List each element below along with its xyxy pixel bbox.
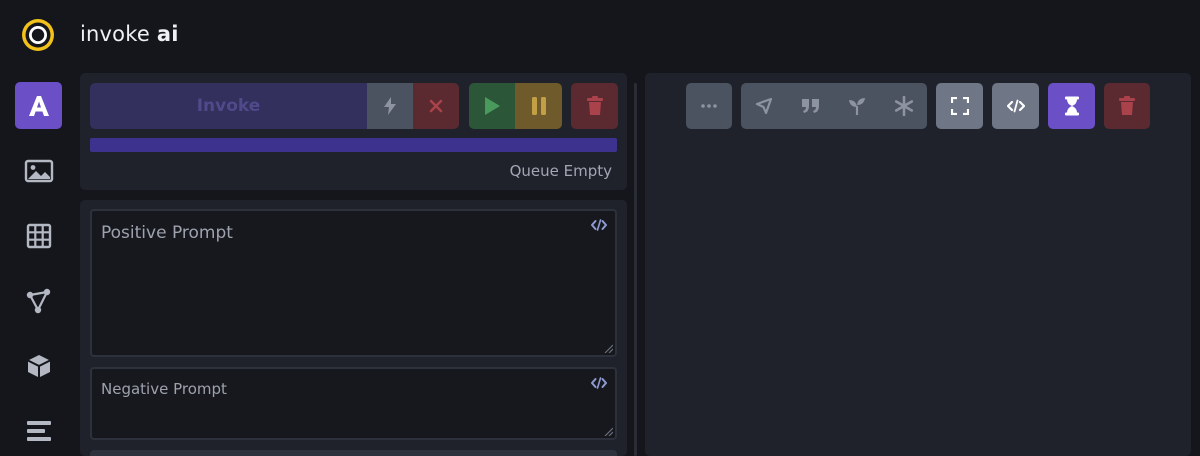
code-icon[interactable] — [591, 377, 607, 389]
text-to-image-icon — [28, 95, 49, 116]
trash-icon — [586, 96, 603, 115]
brand-title: invoke ai — [80, 22, 179, 46]
cube-icon — [27, 354, 50, 377]
resume-button[interactable] — [469, 83, 515, 129]
clear-queue-button[interactable] — [571, 83, 618, 129]
negative-prompt-placeholder: Negative Prompt — [101, 380, 227, 398]
quote-icon — [801, 99, 819, 113]
delete-image-button[interactable] — [1104, 83, 1150, 129]
invoke-button[interactable]: Invoke — [90, 83, 367, 129]
resize-grip-icon[interactable] — [603, 343, 613, 353]
list-icon — [26, 420, 51, 441]
sidebar-item-text-to-image[interactable] — [15, 82, 62, 129]
recall-all-button[interactable] — [881, 83, 928, 129]
positive-prompt-input[interactable]: Positive Prompt — [90, 209, 617, 357]
sprout-icon — [849, 98, 866, 115]
fullscreen-icon — [950, 97, 969, 115]
trash-icon — [1119, 96, 1135, 115]
share-icon — [756, 97, 773, 115]
progress-bar — [90, 138, 617, 152]
negative-prompt-input[interactable]: Negative Prompt — [90, 367, 617, 440]
code-icon[interactable] — [591, 219, 607, 231]
app-window: invoke ai Invoke Queue Empty Positive Pr… — [0, 0, 1200, 456]
sidebar-item-models[interactable] — [15, 342, 62, 389]
pause-icon — [531, 97, 546, 115]
hourglass-icon — [1064, 96, 1079, 116]
positive-prompt-placeholder: Positive Prompt — [101, 223, 233, 243]
invoke-front-button[interactable] — [367, 83, 413, 129]
lightning-icon — [384, 97, 396, 115]
asterisk-icon — [894, 96, 913, 116]
more-options-button[interactable] — [686, 83, 732, 129]
more-icon — [701, 104, 717, 108]
grid-icon — [26, 223, 51, 248]
image-icon — [24, 159, 53, 182]
panel-resize-handle[interactable] — [634, 83, 637, 456]
recall-seed-button[interactable] — [834, 83, 881, 129]
code-icon — [1006, 99, 1025, 113]
nodes-icon — [26, 288, 50, 313]
cancel-button[interactable] — [413, 83, 459, 129]
recall-button-group — [741, 83, 927, 129]
send-to-canvas-button[interactable] — [741, 83, 788, 129]
sidebar-item-nodes[interactable] — [15, 277, 62, 324]
queue-status-text: Queue Empty — [509, 162, 612, 180]
sidebar-item-image[interactable] — [15, 147, 62, 194]
progress-images-button[interactable] — [1048, 83, 1095, 129]
recall-prompt-button[interactable] — [788, 83, 835, 129]
metadata-button[interactable] — [992, 83, 1039, 129]
close-icon — [429, 99, 443, 113]
sidebar-item-queue[interactable] — [15, 407, 62, 454]
image-viewer-panel — [645, 73, 1191, 456]
logo-icon — [22, 19, 54, 51]
sidebar-item-grid[interactable] — [15, 212, 62, 259]
pause-button[interactable] — [515, 83, 562, 129]
play-icon — [485, 97, 500, 115]
accordion-header[interactable] — [90, 450, 617, 456]
resize-grip-icon[interactable] — [603, 426, 613, 436]
fullscreen-button[interactable] — [936, 83, 983, 129]
